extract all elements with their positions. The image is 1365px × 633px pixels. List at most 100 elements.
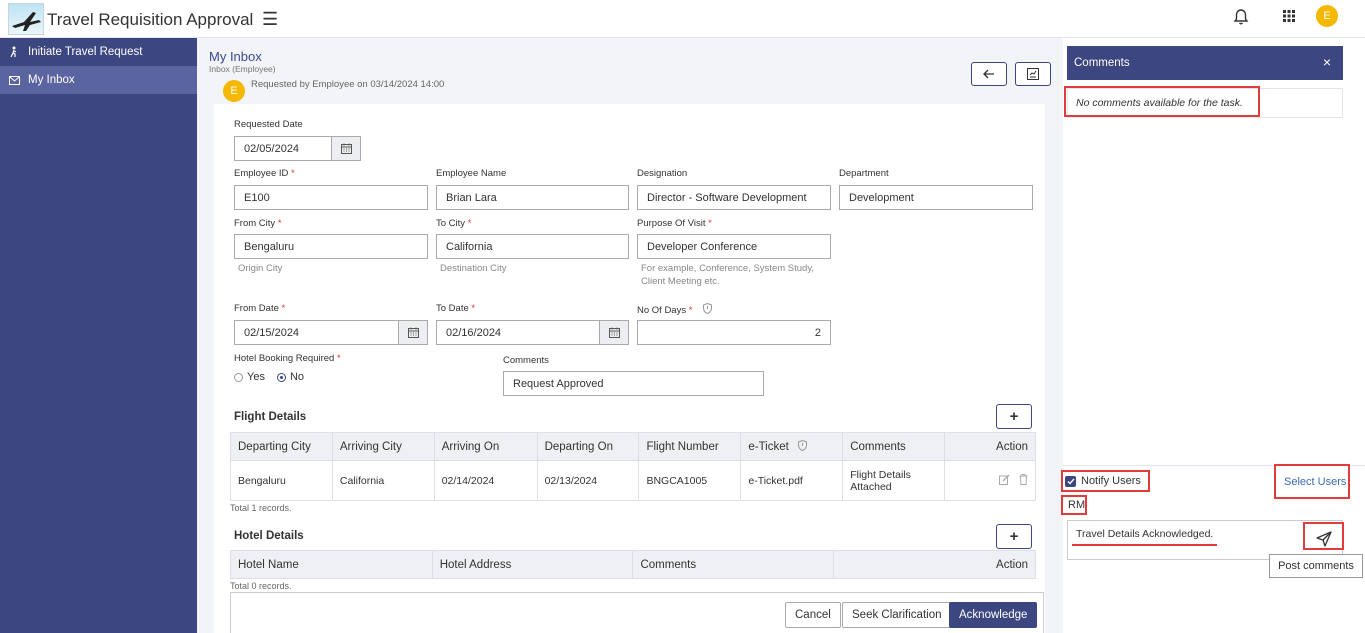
arrow-left-icon (983, 69, 994, 79)
trash-icon[interactable] (1019, 473, 1028, 488)
table-row: Bengaluru California 02/14/2024 02/13/20… (230, 460, 1036, 501)
designation-field[interactable]: Director - Software Development (637, 185, 831, 210)
airplane-logo-icon (8, 3, 44, 35)
sidebar-item-label: My Inbox (28, 74, 75, 86)
from-city-field[interactable]: Bengaluru (234, 234, 428, 259)
post-comments-tooltip: Post comments (1269, 554, 1363, 578)
sidebar-item-my-inbox[interactable]: My Inbox (0, 66, 197, 94)
column-header[interactable]: Hotel Name (230, 550, 433, 579)
employee-name-label: Employee Name (436, 168, 507, 179)
user-avatar[interactable]: E (1316, 5, 1338, 27)
purpose-hint: For example, Conference, System Study, C… (641, 263, 815, 287)
to-date-label: To Date * (436, 303, 476, 314)
add-hotel-button[interactable]: + (996, 524, 1032, 549)
table-header-row: Hotel Name Hotel Address Comments Action (230, 550, 1036, 579)
hotel-details-table: Hotel Name Hotel Address Comments Action (230, 550, 1036, 579)
requested-date-field[interactable]: 02/05/2024 (234, 136, 361, 161)
hamburger-menu-icon[interactable]: ☰ (262, 9, 278, 30)
seek-clarification-button[interactable]: Seek Clarification (842, 602, 952, 628)
cell-actions (944, 460, 1036, 501)
top-bar: Travel Requisition Approval ☰ E (0, 0, 1365, 38)
cell-e-ticket[interactable]: e-Ticket.pdf (740, 460, 844, 501)
employee-id-label: Employee ID * (234, 168, 295, 179)
sidebar-item-initiate-travel-request[interactable]: Initiate Travel Request (0, 38, 197, 66)
flight-details-title: Flight Details (234, 411, 307, 423)
column-header[interactable]: Comments (842, 432, 946, 461)
column-header: Action (944, 432, 1036, 461)
hotel-booking-no-label: No (289, 371, 305, 383)
requested-by-text: Requested by Employee on 03/14/2024 14:0… (251, 79, 445, 90)
page-subtitle: Inbox (Employee) (209, 64, 276, 74)
from-date-field[interactable]: 02/15/2024 (234, 320, 428, 345)
highlight-box (1061, 470, 1150, 492)
column-header[interactable]: Departing On (536, 432, 640, 461)
from-date-label: From Date * (234, 303, 286, 314)
column-header[interactable]: Arriving On (433, 432, 538, 461)
employee-name-field[interactable]: Brian Lara (436, 185, 629, 210)
department-label: Department (839, 168, 889, 179)
shield-info-icon (798, 439, 808, 452)
hotel-booking-no-radio[interactable] (276, 372, 286, 382)
mail-icon (8, 75, 20, 85)
department-field[interactable]: Development (839, 185, 1033, 210)
no-of-days-field[interactable]: 2 (637, 320, 831, 345)
highlight-box (1061, 495, 1087, 515)
from-city-label: From City * (234, 218, 282, 229)
no-of-days-label: No Of Days * (637, 302, 713, 316)
highlight-underline (1072, 544, 1217, 546)
cell-departing-on: 02/13/2024 (536, 460, 640, 501)
to-city-field[interactable]: California (436, 234, 629, 259)
cell-flight-number: BNGCA1005 (638, 460, 742, 501)
hotel-details-title: Hotel Details (234, 530, 304, 542)
bell-icon[interactable] (1233, 8, 1249, 29)
purpose-label: Purpose Of Visit * (637, 218, 712, 229)
employee-id-field[interactable]: E100 (234, 185, 428, 210)
sidebar: Initiate Travel Request My Inbox (0, 38, 197, 633)
main-content: My Inbox Inbox (Employee) E Requested by… (197, 38, 1063, 633)
cancel-button[interactable]: Cancel (785, 602, 841, 628)
column-header[interactable]: Flight Number (638, 432, 742, 461)
back-button[interactable] (971, 62, 1007, 86)
apps-grid-icon[interactable] (1282, 9, 1296, 26)
purpose-field[interactable]: Developer Conference (637, 234, 831, 259)
cell-comments: Flight Details Attached (842, 460, 946, 501)
hotel-booking-radio-group: Yes No (234, 371, 304, 383)
requested-date-label: Requested Date (234, 119, 303, 130)
form-icon (1027, 68, 1039, 80)
column-header: Action (833, 550, 1036, 579)
walking-person-icon (8, 46, 20, 58)
app-title: Travel Requisition Approval (47, 10, 254, 29)
hotel-booking-label: Hotel Booking Required * (234, 353, 341, 364)
page-title: My Inbox (209, 49, 262, 64)
column-header[interactable]: Comments (632, 550, 835, 579)
to-city-hint: Destination City (440, 263, 507, 274)
close-icon[interactable]: × (1323, 54, 1331, 70)
highlight-box (1303, 522, 1344, 550)
hotel-booking-yes-radio[interactable] (234, 372, 243, 382)
comments-field[interactable]: Request Approved (503, 371, 764, 396)
add-flight-button[interactable]: + (996, 404, 1032, 429)
calendar-icon[interactable] (331, 137, 360, 160)
to-city-label: To City * (436, 218, 472, 229)
edit-icon[interactable] (999, 474, 1010, 488)
acknowledge-button[interactable]: Acknowledge (949, 602, 1038, 628)
comments-title: Comments (1074, 57, 1130, 69)
column-header[interactable]: Arriving City (331, 432, 435, 461)
highlight-box (1064, 86, 1260, 117)
travel-request-form: Requested Date 02/05/2024 Employee ID * … (214, 104, 1045, 633)
calendar-icon[interactable] (599, 321, 628, 344)
requester-avatar: E (223, 80, 245, 102)
calendar-icon[interactable] (398, 321, 427, 344)
table-header-row: Departing City Arriving City Arriving On… (230, 432, 1036, 461)
cell-departing-city: Bengaluru (230, 460, 333, 501)
column-header[interactable]: Hotel Address (431, 550, 634, 579)
to-date-field[interactable]: 02/16/2024 (436, 320, 629, 345)
column-header[interactable]: Departing City (230, 432, 333, 461)
from-city-hint: Origin City (238, 263, 283, 274)
column-header-eticket[interactable]: e-Ticket (740, 432, 844, 461)
to-date-value: 02/16/2024 (446, 326, 502, 339)
form-view-button[interactable] (1015, 62, 1051, 86)
cell-arriving-city: California (331, 460, 435, 501)
action-footer: Cancel Seek Clarification Acknowledge (230, 592, 1044, 633)
cell-arriving-on: 02/14/2024 (433, 460, 538, 501)
